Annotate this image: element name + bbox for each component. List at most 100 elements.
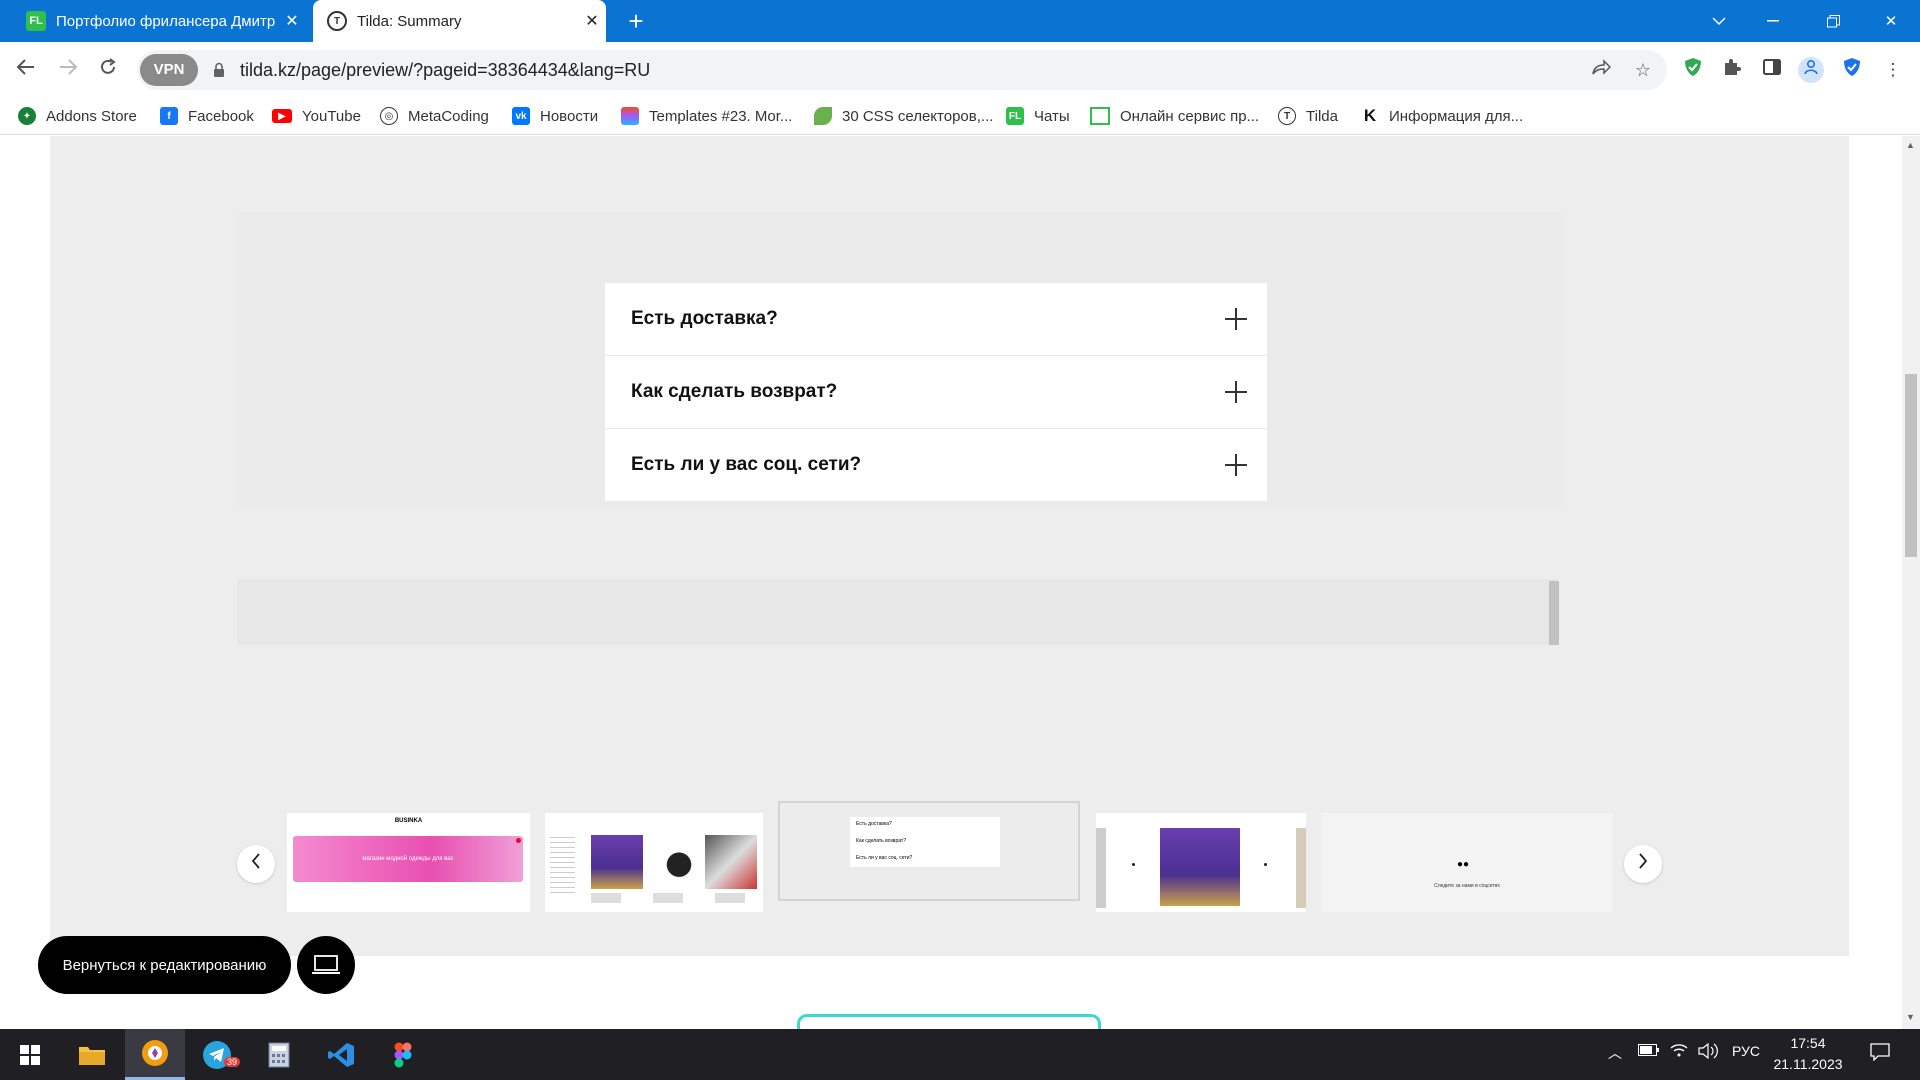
slide-thumbnail-3-active[interactable]: Есть доставка? Как сделать возврат? Есть… [778, 801, 1080, 901]
address-bar[interactable]: VPN tilda.kz/page/preview/?pageid=383644… [137, 50, 1667, 90]
figma-app-icon[interactable] [373, 1029, 433, 1080]
language-indicator[interactable]: РУС [1732, 1043, 1760, 1059]
tab-tilda-summary[interactable]: T Tilda: Summary ✕ [313, 0, 606, 42]
thumb-faq-q: Как сделать возврат? [856, 838, 906, 844]
bookmark-templates[interactable]: Templates #23. Mor... [621, 104, 792, 128]
share-icon[interactable] [1589, 58, 1613, 82]
adguard-shield-icon[interactable] [1680, 57, 1706, 83]
carousel-prev-arrow[interactable] [237, 845, 275, 883]
bookmark-label: Чаты [1034, 107, 1070, 125]
wifi-icon[interactable] [1670, 1043, 1688, 1060]
bookmark-star-icon[interactable]: ☆ [1631, 58, 1655, 82]
windows-start-icon[interactable] [0, 1029, 60, 1080]
page-scrollbar[interactable]: ▲ ▼ [1902, 136, 1920, 1029]
new-tab-icon[interactable]: + [621, 6, 651, 36]
faq-item[interactable]: Как сделать возврат? [605, 356, 1267, 429]
windows-taskbar: 39 ︿ РУС 17:54 21.11.2023 [0, 1029, 1920, 1080]
social-icons: ●● [1457, 859, 1470, 870]
shield-check-icon[interactable] [1839, 57, 1865, 83]
tab-freelancer-portfolio[interactable]: FL Портфолио фрилансера Дмитр ✕ [12, 0, 306, 42]
plus-icon[interactable] [1225, 381, 1247, 403]
profile-avatar-icon[interactable] [1798, 57, 1824, 83]
faq-question: Есть ли у вас соц. сети? [631, 454, 862, 475]
bookmark-label: MetaCoding [408, 107, 489, 125]
plus-icon[interactable] [1225, 308, 1247, 330]
thumb-faq: Есть доставка? Как сделать возврат? Есть… [850, 817, 1000, 867]
tab-title: Портфолио фрилансера Дмитр [56, 12, 276, 30]
bookmark-label: Новости [540, 107, 599, 125]
tab-close-icon[interactable]: ✕ [578, 11, 606, 31]
bookmark-addons-store[interactable]: ✦ Addons Store [18, 104, 137, 128]
bookmark-info[interactable]: K Информация для... [1361, 104, 1523, 128]
telegram-icon[interactable]: 39 [187, 1029, 247, 1080]
browser-app-icon[interactable] [125, 1029, 185, 1080]
figma-icon [621, 107, 639, 125]
forward-arrow-icon[interactable] [52, 54, 84, 86]
faq-item[interactable]: Есть ли у вас соц. сети? [605, 429, 1267, 501]
carousel-next-arrow[interactable] [1624, 845, 1662, 883]
facebook-icon: f [160, 107, 178, 125]
slide-thumbnail-5[interactable]: ●● Следите за нами в соцсетях [1321, 813, 1613, 912]
dot-icon [1264, 863, 1267, 866]
scroll-up-arrow-icon[interactable]: ▲ [1906, 140, 1915, 150]
slide-frame-lower [237, 579, 1558, 645]
volume-icon[interactable] [1698, 1042, 1718, 1062]
bookmark-vk-news[interactable]: vk Новости [512, 104, 598, 128]
bookmark-css-selectors[interactable]: 30 CSS селекторов,... [814, 104, 993, 128]
tab-search-chevron-icon[interactable] [1696, 0, 1742, 42]
device-toggle-button[interactable] [297, 936, 355, 994]
bookmark-label: YouTube [302, 107, 361, 125]
bookmark-metacoding[interactable]: ◎ MetaCoding [380, 104, 489, 128]
reload-icon[interactable] [92, 54, 124, 86]
tray-chevron-icon[interactable]: ︿ [1608, 1043, 1622, 1063]
close-window-icon[interactable]: ✕ [1868, 0, 1914, 42]
side-panel-icon[interactable] [1759, 57, 1785, 83]
scrollbar-thumb[interactable] [1905, 374, 1917, 557]
extensions-puzzle-icon[interactable] [1719, 57, 1745, 83]
thumb-banner: магазин модной одежды для вас [293, 836, 523, 882]
thumb-side-image [1096, 828, 1106, 908]
slide-thumbnail-4[interactable] [1096, 813, 1306, 912]
calculator-icon[interactable] [249, 1029, 309, 1080]
youtube-icon: ▶ [272, 109, 292, 123]
thumb-social-caption: Следите за нами в соцсетях [1434, 883, 1500, 889]
bookmark-label: Templates #23. Mor... [649, 107, 793, 125]
battery-icon[interactable] [1638, 1043, 1660, 1059]
slide-thumbnail-2[interactable] [545, 813, 763, 912]
tilda-icon: T [1278, 107, 1296, 125]
thumb-faq-q: Есть ли у вас соц. сети? [856, 855, 913, 861]
lock-icon[interactable] [213, 62, 225, 78]
back-to-editing-button[interactable]: Вернуться к редактированию [38, 936, 291, 994]
tab-close-icon[interactable]: ✕ [278, 11, 306, 31]
scroll-down-arrow-icon[interactable]: ▼ [1906, 1012, 1915, 1022]
thumb-captions [591, 893, 756, 903]
url-text[interactable]: tilda.kz/page/preview/?pageid=38364434&l… [240, 60, 650, 81]
notifications-icon[interactable] [1870, 1043, 1890, 1064]
browser-titlebar: FL Портфолио фрилансера Дмитр ✕ T Tilda:… [0, 0, 1920, 42]
faq-item[interactable]: Есть доставка? [605, 283, 1267, 356]
dot-icon [516, 838, 521, 843]
restore-icon[interactable] [1810, 0, 1856, 42]
clock-date: 21.11.2023 [1773, 1056, 1843, 1072]
bookmark-online-service[interactable]: Онлайн сервис пр... [1090, 104, 1259, 128]
plus-icon[interactable] [1225, 454, 1247, 476]
bookmark-tilda[interactable]: T Tilda [1278, 104, 1338, 128]
slide-scrollbar[interactable] [1549, 581, 1559, 645]
minimize-icon[interactable] [1750, 0, 1796, 42]
bookmark-chats[interactable]: FL Чаты [1006, 104, 1070, 128]
clock-time: 17:54 [1790, 1035, 1826, 1051]
bookmark-label: Facebook [188, 107, 254, 125]
vscode-icon[interactable] [311, 1029, 371, 1080]
browser-toolbar: VPN tilda.kz/page/preview/?pageid=383644… [0, 42, 1920, 98]
slide-thumbnail-1[interactable]: BUSINKA магазин модной одежды для вас [287, 813, 530, 912]
thumb-faq-q: Есть доставка? [856, 821, 892, 827]
back-arrow-icon[interactable] [10, 54, 42, 86]
menu-kebab-icon[interactable]: ⋮ [1880, 57, 1906, 83]
vpn-toggle[interactable]: VPN [140, 54, 198, 86]
metacoding-icon: ◎ [380, 107, 398, 125]
bookmark-youtube[interactable]: ▶ YouTube [272, 104, 361, 128]
clock[interactable]: 17:54 21.11.2023 [1768, 1033, 1848, 1075]
thumb-sidebar [550, 833, 575, 893]
bookmark-facebook[interactable]: f Facebook [160, 104, 254, 128]
file-explorer-icon[interactable] [62, 1029, 122, 1080]
